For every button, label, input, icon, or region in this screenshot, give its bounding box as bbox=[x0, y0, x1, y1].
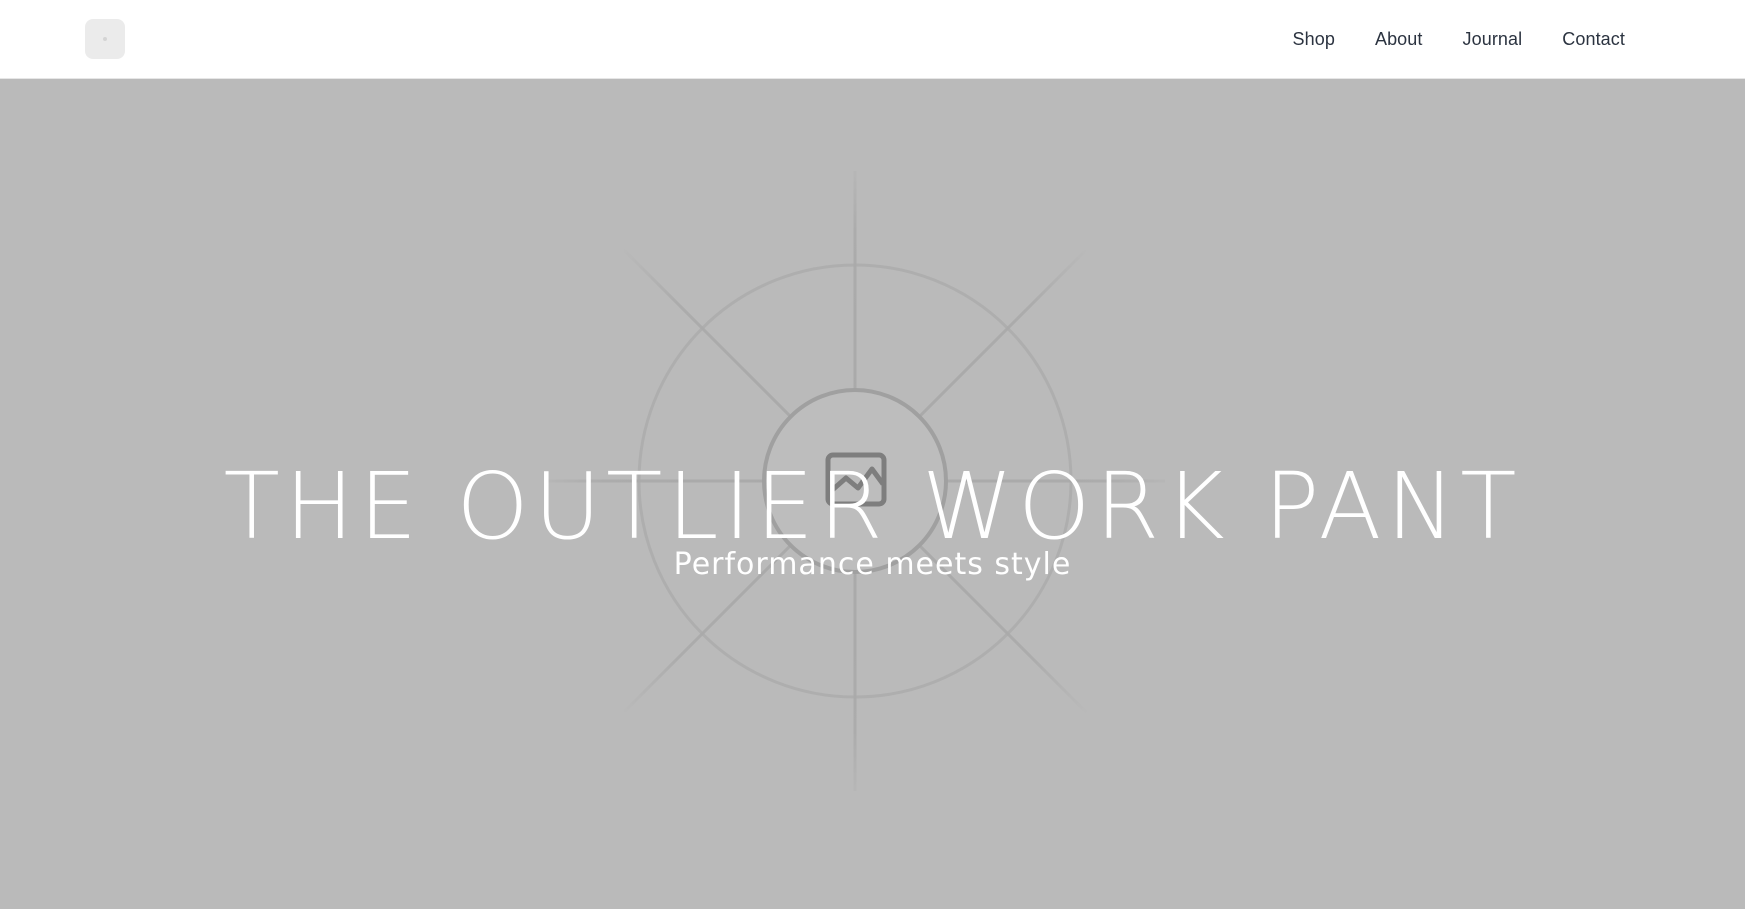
nav-link-journal[interactable]: Journal bbox=[1463, 29, 1523, 50]
hero-title: THE OUTLIER WORK PANT bbox=[223, 452, 1522, 560]
logo[interactable] bbox=[85, 19, 125, 59]
hero-subtitle: Performance meets style bbox=[673, 547, 1072, 582]
site-header: Shop About Journal Contact bbox=[0, 0, 1745, 79]
nav-link-contact[interactable]: Contact bbox=[1562, 29, 1625, 50]
logo-placeholder-icon bbox=[103, 37, 107, 41]
main-nav: Shop About Journal Contact bbox=[1253, 0, 1625, 79]
nav-link-shop[interactable]: Shop bbox=[1293, 29, 1335, 50]
nav-link-about[interactable]: About bbox=[1375, 29, 1423, 50]
hero-section: THE OUTLIER WORK PANT Performance meets … bbox=[0, 79, 1745, 909]
